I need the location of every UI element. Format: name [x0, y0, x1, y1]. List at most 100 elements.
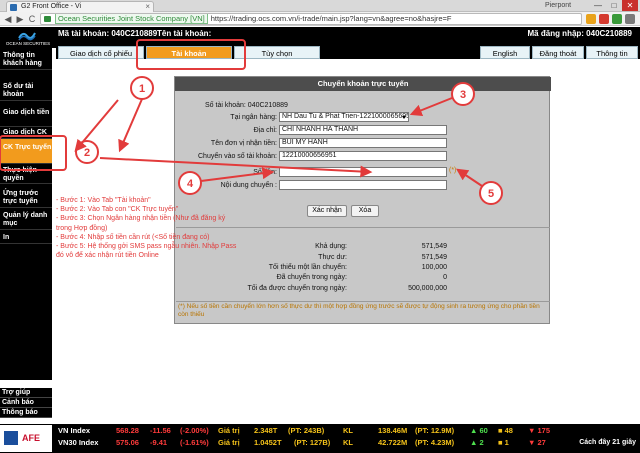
transferred-today-label: Đã chuyển trong ngày: [276, 274, 347, 281]
bank-label: Tại ngân hàng: [230, 114, 277, 121]
value-pt: (PT: 127B) [294, 438, 331, 447]
actual-balance-value: 571,549 [421, 254, 447, 261]
sidebar-item-balance[interactable]: Số dư tài khoản [0, 81, 52, 101]
tab-options[interactable]: Tùy chọn [234, 46, 320, 59]
sidebar-item-advance[interactable]: Ứng trước trực tuyến [0, 188, 52, 208]
account-number-label: Số tài khoản: 040C210889 [205, 102, 288, 109]
maximize-icon[interactable]: □ [606, 0, 622, 11]
tab-english[interactable]: English [480, 46, 530, 59]
alerts-link[interactable]: Cảnh báo [0, 398, 52, 408]
index-change: -11.56 [150, 426, 171, 435]
receiver-label: Tên đơn vị nhận tiền: [210, 140, 277, 147]
value-label: Giá trị [218, 438, 240, 447]
index-value: 568.28 [116, 426, 139, 435]
account-id: Mã tài khoản: 040C210889 [58, 29, 158, 38]
instruction-step: - Bước 3: Chọn Ngân hàng nhận tiền (Như … [56, 215, 226, 223]
volume-pt: (PT: 12.9M) [415, 426, 455, 435]
site-identity[interactable]: Ocean Securities Joint Stock Company [VN… [55, 14, 208, 24]
sidebar-item-customer-info[interactable]: Thông tin khách hàng [0, 50, 52, 70]
max-daily-value: 500,000,000 [408, 285, 447, 292]
volume-label: KL [343, 426, 353, 435]
value-pt: (PT: 243B) [288, 426, 325, 435]
address-field[interactable]: CHI NHANH HA THANH [279, 125, 447, 135]
reload-icon[interactable]: C [26, 13, 38, 25]
instruction-step: đó vô để xác nhận rút tiền Online [56, 252, 159, 260]
unchanged: ■ 1 [498, 438, 509, 447]
content-input[interactable] [279, 180, 447, 190]
help-link[interactable]: Trợ giúp [0, 388, 52, 398]
required-marker: (*) [449, 167, 457, 174]
logo-text: OCEAN SECURITIES [5, 41, 51, 46]
tab-info[interactable]: Thông tin [586, 46, 638, 59]
sidebar-item-cash-transactions[interactable]: Giao dịch tiền [0, 107, 52, 127]
address-label: Địa chỉ: [253, 127, 277, 134]
decliners: ▼ 27 [528, 438, 546, 447]
afe-logo-icon [4, 431, 18, 445]
sidebar-item-print[interactable]: In [0, 234, 52, 244]
sidebar-item-stock-transactions[interactable]: Giao dịch CK [0, 129, 52, 139]
available-value: 571,549 [421, 243, 447, 250]
confirm-button[interactable]: Xác nhận [307, 205, 347, 217]
window-controls: — □ ✕ [590, 0, 638, 11]
sidebar: Thông tin khách hàng Số dư tài khoản Gia… [0, 48, 52, 380]
instruction-step: - Bước 1: Vào Tab "Tài khoản" [56, 197, 151, 204]
menu-icon[interactable] [625, 14, 635, 24]
bank-select[interactable]: NH Dau Tu & Phat Trien-12210000656951 [279, 112, 409, 122]
market-ticker: AFE VN Index 568.28 -11.56 (-2.00%) Giá … [0, 424, 640, 453]
favicon-icon [10, 4, 17, 11]
clear-button[interactable]: Xóa [351, 205, 379, 217]
value-amount: 1.0452T [254, 438, 282, 447]
instruction-step: - Bước 4: Nhập số tiền cần rút (<Số tiền… [56, 233, 210, 241]
close-window-icon[interactable]: ✕ [622, 0, 638, 11]
index-name: VN Index [58, 426, 91, 435]
min-transfer-label: Tối thiểu một lần chuyển: [268, 264, 347, 271]
account-name: Tên tài khoản: [157, 29, 212, 38]
opera-extension-icon[interactable] [599, 14, 609, 24]
volume-amount: 138.46M [378, 426, 408, 435]
main-menu: Giao dịch cổ phiếu Tài khoản Tùy chọn En… [56, 40, 640, 59]
instructions-overlay: - Bước 1: Vào Tab "Tài khoản" - Bước 2: … [56, 196, 291, 260]
value-amount: 2.348T [254, 426, 278, 435]
volume-pt: (PT: 4.23M) [415, 438, 455, 447]
minimize-icon[interactable]: — [590, 0, 606, 11]
ocean-securities-logo: OCEAN SECURITIES [0, 27, 56, 48]
close-tab-icon[interactable]: × [145, 2, 150, 12]
back-icon[interactable]: ◀ [2, 13, 14, 25]
tab-account[interactable]: Tài khoản [146, 46, 232, 59]
logo-wave-icon [18, 32, 36, 41]
account-header: Mã tài khoản: 040C210889 Tên tài khoản: … [0, 27, 640, 40]
min-transfer-value: 100,000 [421, 264, 447, 271]
forward-icon[interactable]: ▶ [14, 13, 26, 25]
dest-account-field[interactable]: 12210000656951 [279, 151, 447, 161]
update-timer: Cách đây 21 giây [579, 439, 636, 446]
advance-note: (*) Nếu số tiền cần chuyển lớn hơn số th… [178, 303, 540, 318]
bookmark-star-icon[interactable] [586, 14, 596, 24]
receiver-field[interactable]: BUI MY HANH [279, 138, 447, 148]
tab-stock-trading[interactable]: Giao dịch cổ phiếu [58, 46, 144, 59]
value-label: Giá trị [218, 426, 240, 435]
dest-account-label: Chuyển vào số tài khoản: [198, 153, 277, 160]
sidebar-item-online-transfer[interactable]: CK Trực tuyến [0, 139, 52, 164]
address-bar: ◀ ▶ C Ocean Securities Joint Stock Compa… [0, 12, 640, 26]
sidebar-item-portfolio[interactable]: Quản lý danh mục [0, 210, 52, 230]
sidebar-item-rights[interactable]: Thực hiện quyền [0, 166, 52, 184]
instruction-step: - Bước 2: Vào Tab con "CK Trực tuyến" [56, 206, 179, 214]
index-value: 575.06 [116, 438, 139, 447]
max-daily-label: Tối đa được chuyển trong ngày: [247, 285, 347, 292]
panel-title: Chuyển khoản trực tuyến [175, 77, 551, 91]
advancers: ▲ 60 [470, 426, 488, 435]
instruction-step: trong Hợp đồng) [56, 224, 108, 232]
amount-input[interactable] [279, 167, 447, 177]
notices-link[interactable]: Thông báo [0, 408, 52, 418]
profile-name[interactable]: Pierpont [545, 1, 571, 11]
index-name: VN30 Index [58, 438, 99, 447]
content-label: Nội dung chuyển : [220, 182, 277, 189]
login-code: Mã đăng nhập: 040C210889 [527, 29, 632, 38]
tab-logout[interactable]: Đăng thoát [532, 46, 584, 59]
volume-amount: 42.722M [378, 438, 408, 447]
instruction-step: - Bước 5: Hệ thống gởi SMS pass ngẫu nhi… [56, 243, 237, 251]
extension-icon[interactable] [612, 14, 622, 24]
unchanged: ■ 48 [498, 426, 513, 435]
url-input[interactable]: Ocean Securities Joint Stock Company [VN… [40, 13, 582, 25]
browser-tab[interactable]: G2 Front Office - Vi × [6, 1, 154, 12]
